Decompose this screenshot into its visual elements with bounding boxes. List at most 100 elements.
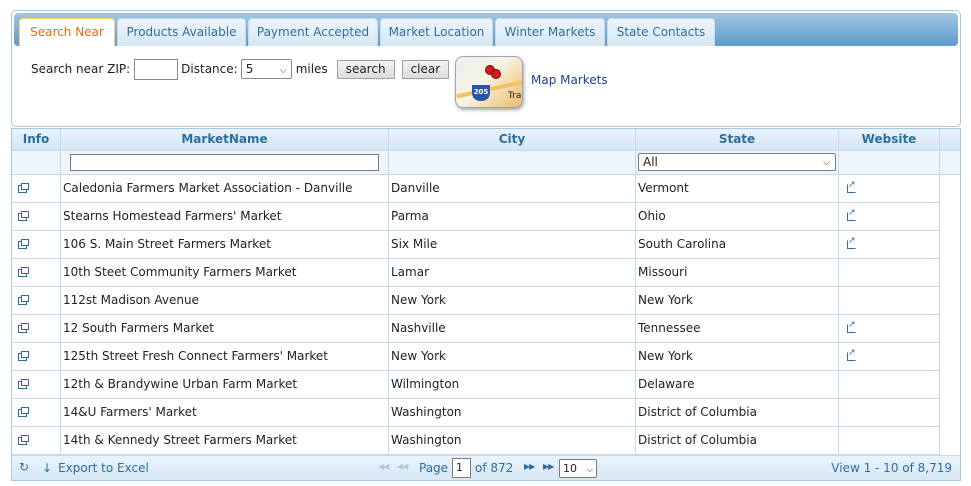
table-row[interactable]: 14th & Kennedy Street Farmers Market Wash… (12, 427, 940, 455)
next-page-icon[interactable]: ▶▶ (524, 462, 535, 471)
column-header-state[interactable]: State (636, 129, 839, 151)
tab-winter-markets[interactable]: Winter Markets (495, 18, 605, 46)
column-header-website[interactable]: Website (839, 129, 940, 151)
grid-header: Info MarketName City State Website (12, 129, 960, 151)
state-cell: New York (636, 343, 839, 370)
first-page-icon[interactable]: ◀◀ (378, 462, 389, 471)
market-name-filter-input[interactable] (70, 154, 379, 171)
state-cell: Vermont (636, 175, 839, 202)
table-row[interactable]: 10th Steet Community Farmers Market Lamar… (12, 259, 940, 287)
state-cell: Ohio (636, 203, 839, 230)
external-link-icon[interactable] (847, 319, 856, 333)
table-row[interactable]: 112st Madison Avenue New York New York (12, 287, 940, 315)
city-cell: Parma (389, 203, 636, 230)
filter-cell-website (839, 151, 940, 174)
info-cell (12, 427, 61, 454)
city-cell: Danville (389, 175, 636, 202)
website-cell (839, 315, 940, 342)
city-cell: Washington (389, 399, 636, 426)
tab-state-contacts[interactable]: State Contacts (607, 18, 715, 46)
map-pin-icon (491, 69, 501, 79)
tab-payment-accepted[interactable]: Payment Accepted (248, 18, 378, 46)
external-link-icon[interactable] (847, 235, 856, 249)
tab-products-available[interactable]: Products Available (117, 18, 246, 46)
state-filter-select[interactable]: All ⌵ (638, 153, 836, 171)
distance-select[interactable]: 5 ⌵ (240, 59, 292, 79)
column-header-city[interactable]: City (389, 129, 636, 151)
info-popup-icon[interactable] (18, 238, 29, 249)
city-cell: Nashville (389, 315, 636, 342)
info-popup-icon[interactable] (18, 406, 29, 417)
market-name-cell: 12th & Brandywine Urban Farm Market (61, 371, 389, 398)
website-cell (839, 427, 940, 454)
page-number-input[interactable]: 1 (452, 458, 471, 478)
table-row[interactable]: 106 S. Main Street Farmers Market Six Mil… (12, 231, 940, 259)
market-name-cell: 10th Steet Community Farmers Market (61, 259, 389, 286)
info-cell (12, 315, 61, 342)
info-popup-icon[interactable] (18, 294, 29, 305)
info-popup-icon[interactable] (18, 182, 29, 193)
market-name-cell: 112st Madison Avenue (61, 287, 389, 314)
state-cell: Tennessee (636, 315, 839, 342)
column-header-info[interactable]: Info (12, 129, 61, 151)
website-cell (839, 287, 940, 314)
map-thumb-text: Tra (508, 91, 522, 101)
state-cell: District of Columbia (636, 399, 839, 426)
prev-page-icon[interactable]: ◀◀ (397, 462, 408, 471)
search-button[interactable]: search (336, 59, 395, 79)
filter-row: All ⌵ (12, 151, 960, 175)
table-row[interactable]: Caledonia Farmers Market Association - D… (12, 175, 940, 203)
table-row[interactable]: 12 South Farmers Market Nashville Tennesse… (12, 315, 940, 343)
miles-label: miles (295, 62, 328, 76)
search-panel: Search Near Products Available Payment A… (11, 10, 961, 127)
filter-cell-city (389, 151, 636, 174)
info-popup-icon[interactable] (18, 350, 29, 361)
map-markets-link[interactable]: 205 Tra Map Markets (455, 56, 608, 108)
website-cell (839, 203, 940, 230)
external-link-icon[interactable] (847, 347, 856, 361)
rows-per-page-select[interactable]: 10 ⌵ (559, 459, 597, 478)
external-link-icon[interactable] (847, 207, 856, 221)
info-popup-icon[interactable] (18, 378, 29, 389)
info-cell (12, 343, 61, 370)
city-cell: Six Mile (389, 231, 636, 258)
download-arrow-icon: ↓ (42, 461, 53, 475)
export-to-excel-button[interactable]: ↓ Export to Excel (42, 461, 149, 475)
last-page-icon[interactable]: ▶▶ (543, 462, 554, 471)
tab-market-location[interactable]: Market Location (380, 18, 493, 46)
refresh-icon[interactable]: ↻ (19, 460, 29, 474)
info-popup-icon[interactable] (18, 266, 29, 277)
grid-scroll-gutter (940, 175, 960, 455)
info-popup-icon[interactable] (18, 322, 29, 333)
market-name-cell: 12 South Farmers Market (61, 315, 389, 342)
markets-grid: Info MarketName City State Website All ⌵… (11, 128, 961, 481)
info-cell (12, 259, 61, 286)
distance-label: Distance: (181, 62, 238, 76)
market-name-cell: 14&U Farmers' Market (61, 399, 389, 426)
table-row[interactable]: Stearns Homestead Farmers' Market Parma Oh… (12, 203, 940, 231)
column-header-market-name[interactable]: MarketName (61, 129, 389, 151)
table-row[interactable]: 12th & Brandywine Urban Farm Market Wilmi… (12, 371, 940, 399)
info-cell (12, 371, 61, 398)
website-cell (839, 259, 940, 286)
records-count-label: View 1 - 10 of 8,719 (831, 461, 952, 475)
info-popup-icon[interactable] (18, 210, 29, 221)
market-name-cell: 14th & Kennedy Street Farmers Market (61, 427, 389, 454)
table-row[interactable]: 125th Street Fresh Connect Farmers' Mark… (12, 343, 940, 371)
map-thumbnail-icon[interactable]: 205 Tra (455, 56, 523, 108)
state-cell: New York (636, 287, 839, 314)
zip-input[interactable] (134, 58, 179, 80)
total-pages-label: of 872 (475, 461, 514, 475)
export-label: Export to Excel (58, 461, 149, 475)
tab-bar: Search Near Products Available Payment A… (14, 13, 958, 47)
external-link-icon[interactable] (847, 179, 856, 193)
info-popup-icon[interactable] (18, 434, 29, 445)
city-cell: Wilmington (389, 371, 636, 398)
filter-cell-info (12, 151, 61, 174)
clear-button[interactable]: clear (401, 59, 450, 79)
tab-search-near[interactable]: Search Near (19, 18, 115, 47)
info-cell (12, 287, 61, 314)
website-cell (839, 175, 940, 202)
map-markets-label[interactable]: Map Markets (531, 73, 608, 87)
table-row[interactable]: 14&U Farmers' Market Washington District o… (12, 399, 940, 427)
